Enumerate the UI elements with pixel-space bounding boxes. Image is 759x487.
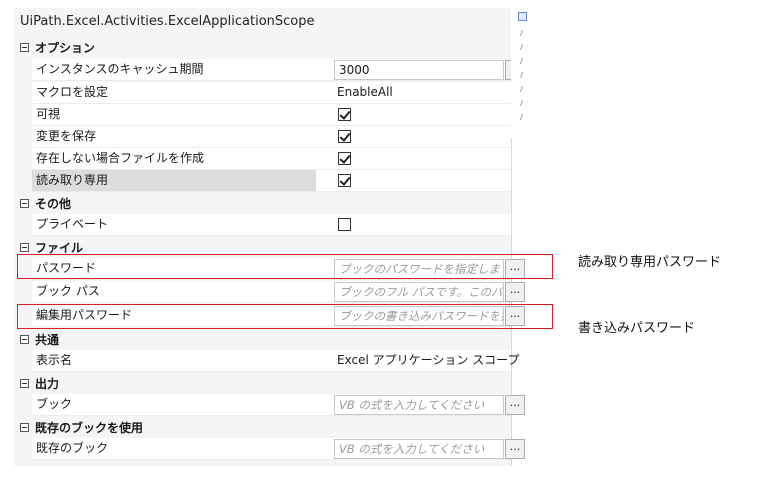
collapse-icon[interactable] (20, 198, 29, 208)
create-if-missing-checkbox[interactable] (338, 152, 351, 165)
read-only-checkbox[interactable] (338, 174, 351, 187)
display-name-value[interactable]: Excel アプリケーション スコープ (337, 350, 519, 371)
category-options-label: オプション (35, 40, 96, 55)
property-value-cache-period: 3000 ... (316, 59, 525, 81)
scroll-grip-icon (519, 30, 528, 134)
property-label-macro: マクロを設定 (32, 82, 316, 104)
cache-period-input[interactable]: 3000 (334, 60, 504, 80)
property-value-existing-workbook: VB の式を入力してください ... (316, 438, 525, 460)
property-row-macro: マクロを設定 EnableAll (32, 82, 511, 104)
property-label-existing-workbook: 既存のブック (32, 438, 316, 460)
property-row-read-only: 読み取り専用 (32, 170, 511, 192)
private-checkbox[interactable] (338, 218, 351, 231)
category-common-label: 共通 (35, 332, 60, 347)
password-ellipsis-button[interactable]: ... (505, 259, 525, 279)
category-file[interactable]: ファイル (14, 236, 511, 258)
property-label-display-name: 表示名 (32, 350, 316, 372)
annotation-write-password: 書き込みパスワード (578, 321, 696, 336)
annotation-read-only-password: 読み取り専用パスワード (578, 255, 722, 270)
property-value-save-changes (316, 126, 511, 148)
property-label-cache-period: インスタンスのキャッシュ期間 (32, 59, 316, 81)
edit-password-ellipsis-button[interactable]: ... (505, 306, 525, 326)
property-row-password: パスワード ブックのパスワードを指定します (必 ... (32, 258, 525, 280)
property-label-private: プライベート (32, 214, 316, 236)
activity-type-title: UiPath.Excel.Activities.ExcelApplication… (20, 14, 315, 29)
property-row-cache-period: インスタンスのキャッシュ期間 3000 ... (32, 59, 525, 81)
property-row-display-name: 表示名 Excel アプリケーション スコープ (32, 350, 519, 372)
category-options[interactable]: オプション (14, 36, 511, 58)
property-value-create-if-missing (316, 148, 511, 170)
property-grid: UiPath.Excel.Activities.ExcelApplication… (14, 8, 525, 466)
property-value-macro[interactable]: EnableAll (316, 82, 511, 104)
existing-workbook-ellipsis-button[interactable]: ... (505, 439, 525, 459)
existing-workbook-input[interactable]: VB の式を入力してください (334, 439, 504, 459)
property-label-workbook: ブック (32, 394, 316, 416)
property-value-book-path: ブックのフル パスです。このパスにフ ... (316, 281, 525, 303)
property-value-edit-password: ブックの書き込みパスワードを指定しま ... (316, 305, 525, 327)
password-input[interactable]: ブックのパスワードを指定します (必 (334, 259, 504, 279)
property-row-existing-workbook: 既存のブック VB の式を入力してください ... (32, 438, 525, 460)
property-value-workbook: VB の式を入力してください ... (316, 394, 525, 416)
category-use-existing[interactable]: 既存のブックを使用 (14, 416, 511, 438)
property-row-visible: 可視 (32, 104, 511, 126)
property-label-create-if-missing: 存在しない場合ファイルを作成 (32, 148, 316, 170)
save-changes-checkbox[interactable] (338, 130, 351, 143)
macro-value[interactable]: EnableAll (337, 82, 393, 103)
property-row-create-if-missing: 存在しない場合ファイルを作成 (32, 148, 511, 170)
category-output-label: 出力 (35, 376, 60, 391)
property-label-save-changes: 変更を保存 (32, 126, 316, 148)
collapse-icon[interactable] (20, 42, 29, 52)
workbook-ellipsis-button[interactable]: ... (505, 395, 525, 415)
category-output[interactable]: 出力 (14, 372, 511, 394)
property-value-read-only (316, 170, 511, 192)
property-label-visible: 可視 (32, 104, 316, 126)
property-label-password: パスワード (32, 258, 316, 280)
category-file-label: ファイル (35, 240, 84, 255)
collapse-icon[interactable] (20, 242, 29, 252)
property-label-book-path: ブック パス (32, 281, 316, 303)
property-value-visible (316, 104, 511, 126)
collapse-icon[interactable] (20, 378, 29, 388)
property-label-read-only[interactable]: 読み取り専用 (32, 170, 316, 192)
category-common[interactable]: 共通 (14, 328, 511, 350)
visible-checkbox[interactable] (338, 108, 351, 121)
property-row-workbook: ブック VB の式を入力してください ... (32, 394, 525, 416)
collapse-icon[interactable] (20, 334, 29, 344)
pin-icon[interactable] (518, 12, 527, 21)
edit-password-input[interactable]: ブックの書き込みパスワードを指定しま (334, 306, 504, 326)
workbook-input[interactable]: VB の式を入力してください (334, 395, 504, 415)
property-value-password: ブックのパスワードを指定します (必 ... (316, 258, 525, 280)
book-path-input[interactable]: ブックのフル パスです。このパスにフ (334, 282, 504, 302)
side-toolbar (511, 8, 529, 138)
book-path-ellipsis-button[interactable]: ... (505, 282, 525, 302)
property-value-private (316, 214, 511, 236)
property-value-display-name[interactable]: Excel アプリケーション スコープ (316, 350, 519, 372)
property-row-edit-password: 編集用パスワード ブックの書き込みパスワードを指定しま ... (32, 305, 525, 327)
category-other-label: その他 (35, 196, 72, 211)
property-row-private: プライベート (32, 214, 511, 236)
category-use-existing-label: 既存のブックを使用 (35, 420, 144, 435)
property-row-book-path: ブック パス ブックのフル パスです。このパスにフ ... (32, 281, 525, 303)
category-other[interactable]: その他 (14, 192, 511, 214)
property-row-save-changes: 変更を保存 (32, 126, 511, 148)
property-label-edit-password: 編集用パスワード (32, 305, 316, 327)
collapse-icon[interactable] (20, 422, 29, 432)
